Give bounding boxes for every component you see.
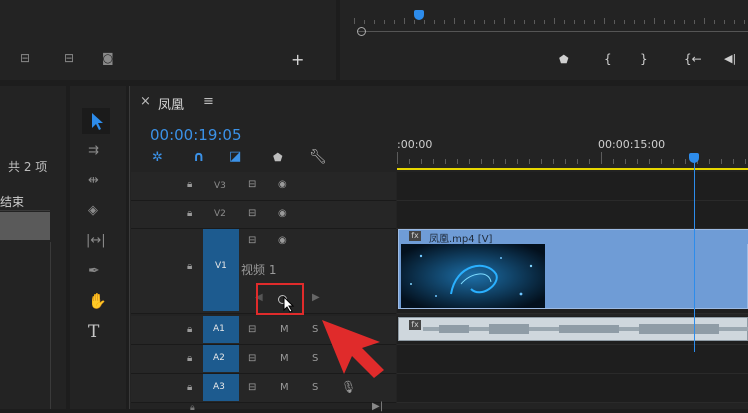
lift-icon[interactable]: ⊟	[20, 52, 30, 64]
column-end-label: 结束	[0, 195, 25, 209]
lock-icon[interactable]: 🔒︎	[187, 261, 192, 272]
pen-tool[interactable]: ✒	[88, 264, 100, 278]
clip-thumbnail	[401, 244, 545, 308]
fx-badge: fx	[409, 231, 421, 241]
annotation-arrow-icon	[322, 320, 384, 378]
slip-tool[interactable]: |↔|	[86, 234, 106, 247]
track-id: V1	[215, 261, 227, 271]
video-clip[interactable]: fx 凤凰.mp4 [V]	[398, 229, 748, 309]
sequence-tab-title[interactable]: 凤凰	[158, 94, 184, 113]
track-header-v1: 🔒︎ V1 ⊟ ◉ 视频 1 ◀ ▶	[131, 229, 396, 315]
program-monitor-panel: ⬟ { } {← ◀|	[340, 0, 748, 80]
track-id: V3	[214, 181, 226, 191]
mute-button[interactable]: M	[280, 324, 289, 335]
snap-icon[interactable]: ∩	[193, 149, 204, 165]
column-header[interactable]: 结束	[0, 190, 50, 211]
work-area-bar[interactable]	[397, 168, 748, 170]
audio-waveform-icon	[423, 324, 748, 334]
track-name: 视频 1	[241, 263, 277, 277]
lane-a3[interactable]	[397, 374, 748, 403]
clip-name: 凤凰.mp4 [V]	[429, 234, 493, 245]
lane-v3[interactable]	[397, 172, 748, 201]
track-id: A3	[213, 382, 225, 392]
eye-icon[interactable]: ◉	[278, 179, 287, 190]
track-header-v2: 🔒︎ V2 ⊟ ◉	[131, 201, 396, 229]
track-header-v3: 🔒︎ V3 ⊟ ◉	[131, 172, 396, 201]
source-monitor-panel: ⊟ ⊟ ◙ +	[0, 0, 336, 80]
selection-tool[interactable]	[82, 108, 110, 134]
sync-lock-icon[interactable]: ⊟	[248, 235, 256, 246]
arrow-icon	[92, 113, 103, 130]
type-tool[interactable]: T	[88, 322, 99, 342]
eye-icon[interactable]: ◉	[278, 235, 287, 246]
track-target-a3[interactable]: A3	[203, 374, 239, 401]
track-id: A2	[213, 353, 225, 363]
mark-out-button[interactable]: }	[640, 52, 648, 66]
nest-icon[interactable]: ✲	[152, 150, 163, 165]
lane-a2[interactable]	[397, 345, 748, 374]
step-back-button[interactable]: ◀|	[724, 52, 736, 65]
lock-icon[interactable]: 🔒︎	[187, 353, 192, 364]
eye-icon[interactable]: ◉	[278, 208, 287, 219]
track-target-v1[interactable]: V1	[203, 229, 239, 311]
project-panel: 共 2 项 结束	[0, 86, 66, 409]
sync-lock-icon[interactable]: ⊟	[248, 324, 256, 335]
extract-icon[interactable]: ⊟	[64, 52, 74, 64]
sync-lock-icon[interactable]: ⊟	[248, 179, 256, 190]
track-target-a1[interactable]: A1	[203, 316, 239, 343]
playhead-timecode[interactable]: 00:00:19:05	[150, 126, 242, 144]
add-marker-button[interactable]: ⬟	[559, 53, 569, 66]
lock-icon[interactable]: 🔒︎	[190, 403, 195, 413]
sync-lock-icon[interactable]: ⊟	[248, 208, 256, 219]
add-marker-icon[interactable]: ⬟	[273, 151, 283, 164]
microphone-icon[interactable]: 🎙︎	[341, 380, 356, 394]
sync-lock-icon[interactable]: ⊟	[248, 353, 256, 364]
add-button[interactable]: +	[291, 50, 304, 69]
add-keyframe-button[interactable]	[256, 283, 304, 315]
tools-panel: ⇉ ⇹ ◈ |↔| ✒ ✋ T	[70, 86, 126, 409]
lock-icon[interactable]: 🔒︎	[187, 208, 192, 219]
go-to-in-button[interactable]: {←	[684, 52, 702, 66]
sync-lock-icon[interactable]: ⊟	[248, 382, 256, 393]
wrench-icon[interactable]: 🔧︎	[309, 149, 327, 165]
mute-button[interactable]: M	[280, 353, 289, 364]
timeline-playhead-line	[694, 160, 695, 352]
zoom-bar[interactable]	[358, 31, 748, 32]
track-select-tool[interactable]: ⇉	[88, 144, 99, 157]
project-item-selected[interactable]	[0, 212, 50, 240]
monitor-playhead[interactable]	[414, 10, 424, 20]
item-count: 共 2 项	[8, 160, 48, 174]
panel-menu-icon[interactable]: ≡	[203, 94, 214, 109]
phoenix-thumbnail-icon	[401, 244, 545, 308]
track-target-a2[interactable]: A2	[203, 345, 239, 372]
clip-header: fx 凤凰.mp4 [V]	[399, 230, 748, 245]
mute-button[interactable]: M	[280, 382, 289, 393]
audio-clip[interactable]: fx	[398, 317, 748, 341]
lock-icon[interactable]: 🔒︎	[187, 179, 192, 190]
ripple-edit-tool[interactable]: ⇹	[88, 174, 99, 187]
zoom-handle[interactable]	[357, 27, 366, 36]
track-id: V2	[214, 209, 226, 219]
ruler-mid-label: 00:00:15:00	[598, 138, 666, 151]
mouse-cursor-icon	[283, 296, 295, 313]
project-list	[0, 242, 51, 409]
hand-tool[interactable]: ✋	[88, 294, 107, 309]
mark-in-button[interactable]: {	[604, 52, 612, 66]
lock-icon[interactable]: 🔒︎	[187, 324, 192, 335]
ruler-start-label: :00:00	[397, 138, 433, 151]
camera-icon[interactable]: ◙	[102, 52, 114, 64]
next-keyframe-icon[interactable]: ▶	[312, 292, 320, 303]
lock-icon[interactable]: 🔒︎	[187, 382, 192, 393]
master-track-icon[interactable]: ▶|	[372, 401, 383, 412]
linked-selection-icon[interactable]: ◪	[229, 149, 241, 164]
track-id: A1	[213, 324, 225, 334]
razor-tool[interactable]: ◈	[88, 204, 98, 217]
solo-button[interactable]: S	[312, 382, 318, 393]
close-tab-icon[interactable]: ×	[140, 94, 151, 109]
lane-v2[interactable]	[397, 201, 748, 229]
